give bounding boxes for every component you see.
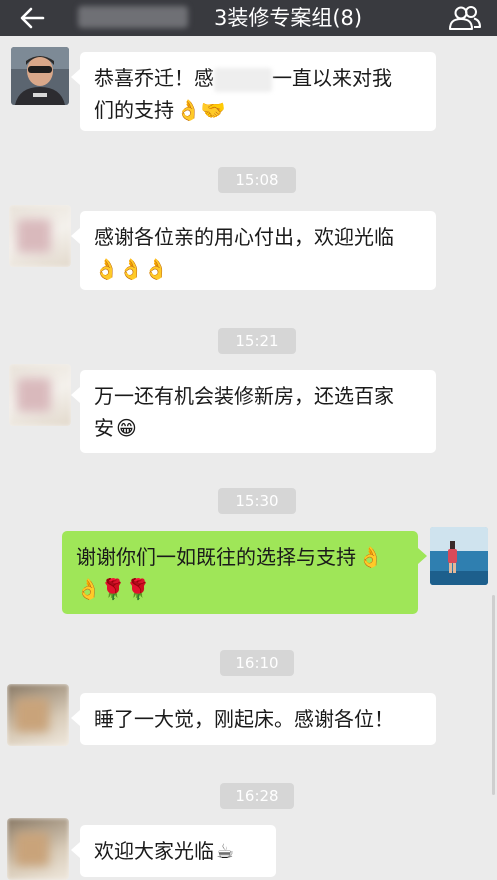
scrollbar[interactable] (492, 595, 495, 795)
timestamp: 15:21 (218, 328, 296, 354)
emoji: ☕ (216, 839, 234, 863)
message-text-part: 一直以来对我 (272, 66, 392, 90)
message-bubble[interactable]: 感谢各位亲的用心付出，欢迎光临 👌👌👌 (71, 211, 436, 290)
message-bubble[interactable]: 睡了一大觉，刚起床。感谢各位！ (71, 693, 436, 745)
message-text-part: 恭喜乔迁！感 (94, 66, 214, 90)
timestamp: 16:10 (220, 650, 294, 676)
message-bubble-outgoing[interactable]: 谢谢你们一如既往的选择与支持 👌 👌🌹🌹 (62, 531, 427, 614)
emoji: 👌🤝 (176, 98, 226, 122)
chat-title: 3装修专案组(8) (214, 6, 363, 30)
message-text: 感谢各位亲的用心付出，欢迎光临 (94, 225, 394, 249)
message-text: 欢迎大家光临 ☕ (94, 835, 262, 867)
group-members-icon (449, 6, 481, 30)
top-bar: 3装修专案组(8) (0, 0, 497, 36)
avatar[interactable] (7, 684, 69, 746)
message-text: 们的支持 👌🤝 (94, 94, 422, 126)
timestamp: 15:08 (218, 167, 296, 193)
message-text-part: 欢迎大家光临 (94, 839, 214, 863)
group-members-button[interactable] (445, 3, 485, 33)
emoji: 😁 (116, 416, 137, 440)
timestamp: 15:30 (218, 488, 296, 514)
message-text: 万一还有机会装修新房，还选百家 (94, 384, 394, 408)
avatar[interactable] (7, 818, 69, 880)
message-text-part: 谢谢你们一如既往的选择与支持 (76, 545, 356, 569)
message-bubble[interactable]: 欢迎大家光临 ☕ (71, 825, 276, 877)
message-bubble[interactable]: 万一还有机会装修新房，还选百家 安 😁 (71, 370, 436, 453)
timestamp: 16:28 (220, 783, 294, 809)
message-text: 安 😁 (94, 412, 422, 444)
avatar[interactable] (9, 364, 71, 426)
emoji: 👌👌👌 (94, 257, 169, 281)
message-text-part: 们的支持 (94, 98, 174, 122)
message-text: 谢谢你们一如既往的选择与支持 👌 (76, 541, 404, 573)
user-photo-avatar (11, 47, 69, 105)
chat-screen: 3装修专案组(8) 恭喜乔迁！感 一直以来对我 们的支持 👌🤝 15:08 感谢… (0, 0, 497, 880)
message-text: 恭喜乔迁！感 一直以来对我 (94, 62, 422, 94)
redacted-area (78, 6, 188, 28)
avatar[interactable] (9, 205, 71, 267)
avatar[interactable] (11, 47, 69, 105)
message-bubble[interactable]: 恭喜乔迁！感 一直以来对我 们的支持 👌🤝 (71, 52, 436, 131)
message-text: 睡了一大觉，刚起床。感谢各位！ (94, 707, 394, 731)
back-button[interactable] (14, 4, 50, 32)
back-arrow-icon (20, 7, 45, 29)
redacted-text (214, 67, 272, 92)
seaside-photo-avatar (430, 527, 488, 585)
my-avatar[interactable] (430, 527, 488, 585)
emoji: 👌 (358, 545, 383, 569)
emoji: 👌🌹🌹 (76, 577, 151, 601)
message-text-part: 安 (94, 416, 114, 440)
